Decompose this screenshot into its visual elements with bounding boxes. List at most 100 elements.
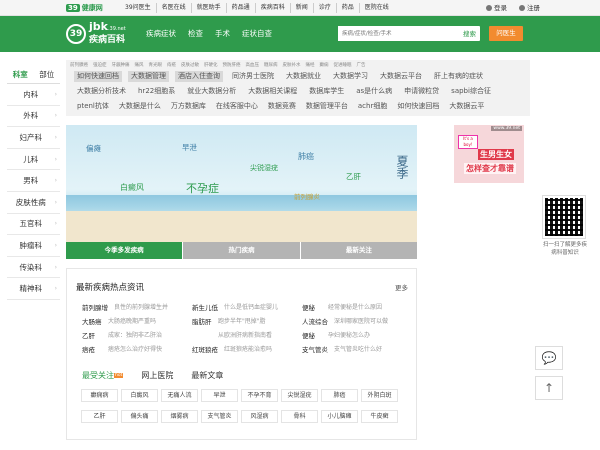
tag[interactable]: 同济男士医院 [229, 71, 277, 82]
keyword-tag[interactable]: 骨科 [281, 410, 318, 423]
ask-doctor-button[interactable]: 问医生 [489, 26, 523, 41]
small-tag[interactable]: 痔疮 [167, 62, 176, 68]
tag[interactable]: 大数据管理 [128, 71, 169, 82]
sidebar-item[interactable]: 儿科 › [7, 149, 60, 171]
top-nav-item[interactable]: 新闻 [291, 3, 314, 13]
sidebar-item[interactable]: 五官科 › [7, 214, 60, 236]
small-tag[interactable]: 肝硬化 [204, 62, 218, 68]
banner-tab[interactable]: 热门疾病 [183, 242, 300, 259]
back-to-top-button[interactable]: ↑ [535, 376, 563, 400]
top-nav-item[interactable]: 疾病百科 [256, 3, 291, 13]
main-nav-item[interactable]: 检查 [188, 28, 203, 39]
tag[interactable]: 在线客服中心 [213, 101, 261, 112]
small-tag[interactable]: 皮肤补水 [283, 62, 301, 68]
sidebar-item[interactable]: 男科 › [7, 170, 60, 192]
sidebar-item[interactable]: 内科 › [7, 84, 60, 106]
search-button[interactable]: 搜索 [463, 28, 476, 38]
login-link[interactable]: 登录 [486, 3, 507, 13]
tag[interactable]: 万方数据库 [168, 101, 209, 112]
news-item[interactable]: 痞疮 痞疮怎么治疗好得快 [82, 344, 192, 354]
small-tag[interactable]: 痛经 [306, 62, 315, 68]
top-nav-item[interactable]: 39问医生 [120, 3, 157, 13]
tag[interactable]: 大数据是什么 [116, 101, 164, 112]
top-nav-item[interactable]: 医院在线 [360, 3, 394, 13]
small-tag[interactable]: 癫痫 [320, 62, 329, 68]
tag[interactable]: sapbi综合征 [448, 86, 494, 97]
news-item[interactable]: 支气管炎 支气管炎吃什么好 [302, 344, 412, 354]
tag[interactable]: 大数据相关课程 [245, 86, 300, 97]
tag[interactable]: hr22细胞系 [135, 86, 178, 97]
tag[interactable]: 大数据就业 [283, 71, 324, 82]
news-item[interactable]: 脂肪肝 跑步半年"甩掉"脂 [192, 316, 302, 326]
banner-tab[interactable]: 今季多发疾病 [66, 242, 183, 259]
small-tag[interactable]: 青光眼 [149, 62, 163, 68]
tag[interactable]: 如何快速回档 [74, 71, 122, 82]
tag[interactable]: 数据竞赛 [265, 101, 299, 112]
keyword-tag[interactable]: 尖锐湿疣 [281, 389, 318, 402]
news-item[interactable]: 从欧洲肝病新指南看 [192, 330, 302, 340]
tag[interactable]: 酒店入住查询 [175, 71, 223, 82]
small-tag[interactable]: 强迫症 [93, 62, 107, 68]
top-nav-item[interactable]: 药品通 [227, 3, 256, 13]
small-tag[interactable]: 预防肝癌 [223, 62, 241, 68]
keyword-tag[interactable]: 白癜风 [121, 389, 158, 402]
tag[interactable]: 大数据学习 [330, 71, 371, 82]
tag[interactable]: 如何快速回档 [394, 101, 442, 112]
tag[interactable]: achr细胞 [355, 101, 390, 112]
small-tag[interactable]: 皮肤过敏 [181, 62, 199, 68]
chat-button[interactable]: 💬 [535, 346, 563, 370]
news-item[interactable]: 新生儿低 什么是低钙血症婴儿 [192, 302, 302, 312]
sidebar-item[interactable]: 精神科 › [7, 278, 60, 300]
main-nav-item[interactable]: 症状自查 [242, 28, 272, 39]
small-tag[interactable]: 高血压 [246, 62, 260, 68]
tag[interactable]: 大数据分析技术 [74, 86, 129, 97]
news-item[interactable]: 大肠癌 大肠癌晚期严重吗 [82, 316, 192, 326]
search-input[interactable] [338, 26, 448, 41]
brand-logo[interactable]: 39 jbk.39.net 疾病百科 [66, 21, 126, 46]
sidebar-item[interactable]: 传染科 › [7, 257, 60, 279]
keyword-tag[interactable]: 早泄 [201, 389, 238, 402]
sidebar-item[interactable]: 外科 › [7, 106, 60, 128]
keyword-tag[interactable]: 癫痫病 [81, 389, 118, 402]
tag[interactable]: 申请微粒贷 [401, 86, 442, 97]
main-nav-item[interactable]: 疾病症状 [146, 28, 176, 39]
tag[interactable]: as是什么病 [353, 86, 395, 97]
subtab-online-hospital[interactable]: 网上医院 [141, 370, 173, 381]
tag[interactable]: 数据库学生 [306, 86, 347, 97]
tag[interactable]: 肝上有病的症状 [431, 71, 486, 82]
top-nav-item[interactable]: 名医在线 [157, 3, 192, 13]
news-more-link[interactable]: 更多 [395, 282, 408, 292]
banner-tab[interactable]: 最新关注 [300, 242, 417, 259]
tag[interactable]: 大数据云平台 [377, 71, 425, 82]
small-tag[interactable]: 痛风 [135, 62, 144, 68]
small-tag[interactable]: 广告 [357, 62, 366, 68]
tag[interactable]: 数据管理平台 [303, 101, 351, 112]
top-nav-item[interactable]: 药品 [337, 3, 360, 13]
hero-banner[interactable]: 偏瘫 早泄 尖锐湿疣 肺癌 白癜风 不孕症 乙肝 前列腺炎 夏季 [66, 125, 417, 242]
news-item[interactable]: 人流综合 深圳哪家医院可以做 [302, 316, 412, 326]
news-item[interactable]: 乙肝 成家：独阴非乙肝治 [82, 330, 192, 340]
tag[interactable]: 大数据云平 [446, 101, 487, 112]
keyword-tag[interactable]: 牛皮癣 [361, 410, 398, 423]
keyword-tag[interactable]: 偏头痛 [121, 410, 158, 423]
keyword-tag[interactable]: 外阴白斑 [361, 389, 398, 402]
keyword-tag[interactable]: 不孕不育 [241, 389, 278, 402]
news-item[interactable]: 便秘 孕妇便秘怎么办 [302, 330, 412, 340]
tab-department[interactable]: 科室 [7, 66, 34, 83]
small-tag[interactable]: 促进睡眠 [334, 62, 352, 68]
sidebar-item[interactable]: 妇产科 › [7, 127, 60, 149]
side-ad[interactable]: www.39.net It's a boy! 生男生女 怎样查才靠谱 [454, 125, 524, 183]
tag[interactable]: ptenl抗体 [74, 101, 112, 112]
main-nav-item[interactable]: 手术 [215, 28, 230, 39]
keyword-tag[interactable]: 支气管炎 [201, 410, 238, 423]
keyword-tag[interactable]: 无痛人流 [161, 389, 198, 402]
subtab-latest-articles[interactable]: 最新文章 [191, 370, 223, 381]
sidebar-item[interactable]: 皮肤性病 › [7, 192, 60, 214]
tab-body-part[interactable]: 部位 [34, 66, 61, 83]
top-nav-item[interactable]: 就医助手 [192, 3, 227, 13]
top-nav-item[interactable]: 诊疗 [314, 3, 337, 13]
keyword-tag[interactable]: 风湿病 [241, 410, 278, 423]
small-tag[interactable]: 糖尿病 [264, 62, 278, 68]
site-logo[interactable]: 39 健康网 [66, 2, 103, 14]
keyword-tag[interactable]: 肺癌 [321, 389, 358, 402]
